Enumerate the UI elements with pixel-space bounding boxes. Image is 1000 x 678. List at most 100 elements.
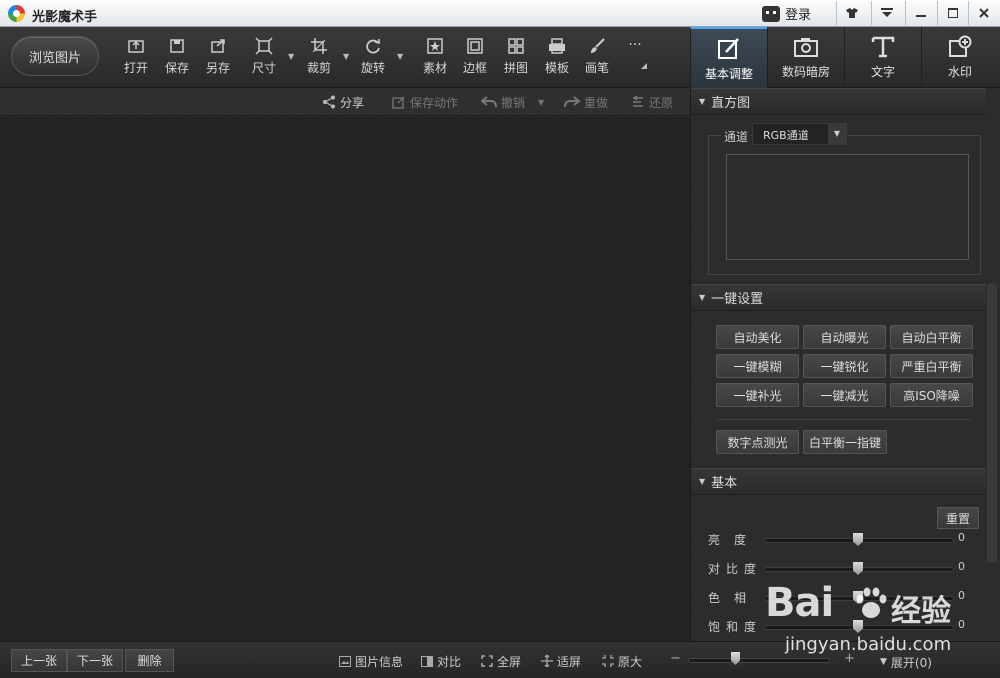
- tool-template[interactable]: 模板: [537, 37, 577, 81]
- undo-button[interactable]: 撤销: [481, 94, 525, 110]
- skin-button[interactable]: [836, 1, 866, 25]
- rotate-dropdown-icon[interactable]: ▼: [397, 52, 405, 61]
- close-button[interactable]: [968, 1, 998, 25]
- more-icon: ···: [628, 37, 642, 53]
- slider-value: 0: [958, 560, 965, 573]
- app-title: 光影魔术手: [32, 10, 98, 25]
- save-action-label: 保存动作: [410, 95, 459, 110]
- next-image-button[interactable]: 下一张: [67, 649, 123, 672]
- one-click-blur-button[interactable]: 一键模糊: [716, 354, 799, 378]
- darkroom-icon: [794, 38, 818, 57]
- auto-exposure-button[interactable]: 自动曝光: [803, 325, 886, 349]
- undo-icon: [481, 96, 497, 108]
- collage-icon: [508, 38, 524, 54]
- material-icon: [427, 38, 443, 54]
- tool-label: 裁剪: [306, 61, 331, 75]
- browse-images-button[interactable]: 浏览图片: [11, 36, 99, 76]
- panel-scrollbar[interactable]: [987, 283, 997, 563]
- fit-screen-button[interactable]: 适屏: [541, 652, 581, 670]
- save-action-icon: [392, 96, 405, 109]
- maximize-button[interactable]: [937, 1, 967, 25]
- image-canvas[interactable]: [0, 117, 690, 641]
- channel-select[interactable]: RGB通道 ▼: [752, 123, 847, 145]
- tab-text[interactable]: 文字: [844, 27, 921, 88]
- brightness-thumb[interactable]: [853, 533, 863, 546]
- tool-label: 素材: [422, 61, 447, 75]
- one-click-sharpen-button[interactable]: 一键锐化: [803, 354, 886, 378]
- app-logo-icon: [8, 5, 25, 22]
- tool-save[interactable]: 保存: [157, 37, 197, 81]
- tool-rotate[interactable]: 旋转: [353, 37, 393, 81]
- tool-save-as[interactable]: 另存: [198, 37, 238, 81]
- basic-adjust-icon: [718, 38, 739, 59]
- slider-label: 色相: [708, 591, 761, 605]
- crop-dropdown-icon[interactable]: ▼: [343, 52, 351, 61]
- redo-button[interactable]: 重做: [564, 94, 608, 110]
- tool-label: 模板: [544, 61, 569, 75]
- brush-icon: [591, 38, 605, 53]
- auto-beautify-button[interactable]: 自动美化: [716, 325, 799, 349]
- minimize-button[interactable]: [905, 1, 935, 25]
- skin-icon: [845, 8, 858, 18]
- prev-image-button[interactable]: 上一张: [11, 649, 67, 672]
- image-info-button[interactable]: 图片信息: [339, 652, 403, 670]
- histogram-section-header[interactable]: ▼ 直方图: [691, 88, 986, 115]
- reduce-light-button[interactable]: 一键减光: [803, 383, 886, 407]
- channel-label: 通道: [722, 128, 751, 145]
- contrast-thumb[interactable]: [853, 562, 863, 575]
- restore-icon: [632, 95, 643, 107]
- delete-button[interactable]: 删除: [125, 649, 174, 672]
- auto-white-balance-button[interactable]: 自动白平衡: [890, 325, 973, 349]
- tool-resize[interactable]: 尺寸: [244, 37, 284, 81]
- fill-light-button[interactable]: 一键补光: [716, 383, 799, 407]
- slider-label: 饱和度: [708, 620, 763, 634]
- watermark-brand-cn: 经验: [891, 594, 951, 629]
- share-button[interactable]: 分享: [322, 94, 364, 110]
- close-icon: [978, 8, 989, 18]
- white-balance-picker-button[interactable]: 白平衡一指键: [803, 430, 887, 454]
- compare-button[interactable]: 对比: [421, 652, 461, 670]
- share-icon: [323, 95, 335, 109]
- reset-button[interactable]: 重置: [937, 507, 979, 529]
- redo-label: 重做: [584, 95, 609, 110]
- one-click-section-header[interactable]: ▼ 一键设置: [691, 284, 986, 311]
- collapse-icon: ▼: [699, 477, 706, 486]
- resize-dropdown-icon[interactable]: ▼: [288, 52, 296, 61]
- severe-white-balance-button[interactable]: 严重白平衡: [890, 354, 973, 378]
- tool-brush[interactable]: 画笔: [577, 37, 617, 81]
- undo-dropdown-icon[interactable]: ▼: [538, 94, 544, 110]
- menu-button[interactable]: [871, 1, 901, 25]
- more-expand-icon[interactable]: [641, 63, 647, 69]
- zoom-out-button[interactable]: −: [670, 651, 681, 666]
- high-iso-denoise-button[interactable]: 高ISO降噪: [890, 383, 973, 407]
- tool-collage[interactable]: 拼图: [496, 37, 536, 81]
- tool-more[interactable]: ···: [615, 33, 655, 77]
- tool-open[interactable]: 打开: [116, 37, 156, 81]
- zoom-slider-thumb[interactable]: [731, 652, 740, 665]
- tab-darkroom[interactable]: 数码暗房: [767, 27, 844, 88]
- fullscreen-button[interactable]: 全屏: [481, 652, 521, 670]
- main-toolbar: 浏览图片 打开 保存 另存 尺寸 ▼ 裁剪 ▼ 旋转 ▼ 素材 边框 拼图 模板: [0, 27, 1000, 88]
- tool-label: 尺寸: [251, 61, 276, 75]
- tool-border[interactable]: 边框: [455, 37, 495, 81]
- tab-watermark[interactable]: 水印: [921, 27, 998, 88]
- original-size-icon: [602, 655, 614, 667]
- crop-icon: [311, 38, 327, 54]
- original-size-button[interactable]: 原大: [602, 652, 642, 670]
- resize-icon: [255, 37, 273, 55]
- undo-label: 撤销: [501, 95, 526, 110]
- save-action-button[interactable]: 保存动作: [392, 94, 458, 110]
- basic-section-header[interactable]: ▼ 基本: [691, 468, 986, 495]
- tab-label: 数码暗房: [781, 65, 830, 79]
- tool-label: 旋转: [360, 61, 385, 75]
- watermark-icon: [949, 35, 972, 57]
- restore-button[interactable]: 还原: [631, 94, 673, 110]
- tool-crop[interactable]: 裁剪: [299, 37, 339, 81]
- tool-material[interactable]: 素材: [415, 37, 455, 81]
- image-icon: [339, 655, 351, 667]
- title-bar: 光影魔术手 登录: [0, 0, 1000, 27]
- spot-metering-button[interactable]: 数字点测光: [716, 430, 799, 454]
- login-button[interactable]: 登录: [762, 2, 824, 25]
- tab-label: 水印: [947, 65, 972, 79]
- tab-basic-adjust[interactable]: 基本调整: [690, 27, 767, 88]
